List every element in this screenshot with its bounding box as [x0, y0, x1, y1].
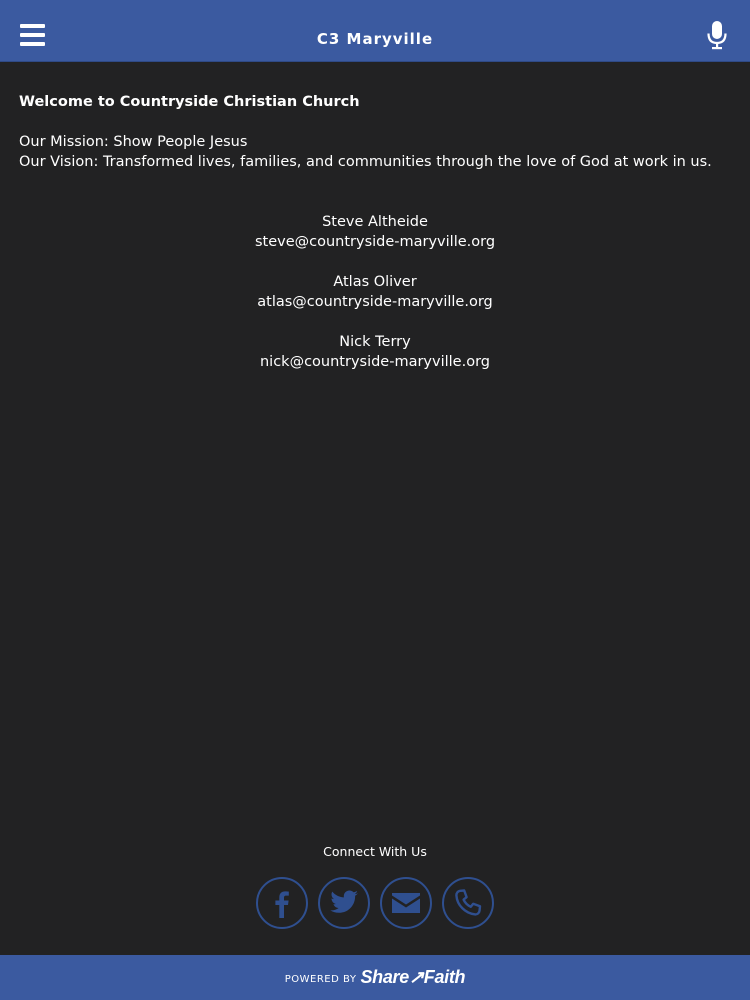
- sharefaith-logo[interactable]: Share↗Faith: [360, 967, 465, 988]
- powered-by-label: POWERED BY: [284, 973, 357, 985]
- phone-button[interactable]: [442, 877, 494, 929]
- twitter-icon: [330, 890, 358, 913]
- contact-card: Steve Altheide steve@countryside-maryvil…: [19, 212, 731, 252]
- email-icon: [392, 893, 420, 913]
- top-navigation-bar: C3 Maryville: [0, 0, 750, 62]
- app-screen: C3 Maryville Welcome to Countryside Chri…: [0, 0, 750, 1000]
- mission-statement: Our Mission: Show People Jesus: [19, 134, 248, 150]
- contact-card: Nick Terry nick@countryside-maryville.or…: [19, 332, 731, 372]
- twitter-button[interactable]: [318, 877, 370, 929]
- contact-card: Atlas Oliver atlas@countryside-maryville…: [19, 272, 731, 312]
- staff-contacts: Steve Altheide steve@countryside-maryvil…: [19, 212, 731, 372]
- main-content: Welcome to Countryside Christian Church …: [19, 92, 731, 392]
- contact-name: Atlas Oliver: [333, 274, 417, 290]
- contact-name: Steve Altheide: [322, 214, 428, 230]
- welcome-heading: Welcome to Countryside Christian Church: [19, 94, 360, 110]
- vision-statement: Our Vision: Transformed lives, families,…: [19, 154, 712, 170]
- app-title: C3 Maryville: [316, 30, 434, 48]
- social-links: [0, 877, 750, 929]
- email-button[interactable]: [380, 877, 432, 929]
- contact-email-link[interactable]: nick@countryside-maryville.org: [19, 352, 731, 372]
- powered-by-footer: POWERED BY Share↗Faith: [0, 955, 750, 1000]
- facebook-button[interactable]: [256, 877, 308, 929]
- connect-label: Connect With Us: [323, 844, 427, 859]
- phone-icon: [455, 889, 482, 916]
- microphone-icon[interactable]: [706, 20, 728, 50]
- contact-name: Nick Terry: [339, 334, 411, 350]
- contact-email-link[interactable]: atlas@countryside-maryville.org: [19, 292, 731, 312]
- contact-email-link[interactable]: steve@countryside-maryville.org: [19, 232, 731, 252]
- facebook-icon: [275, 891, 289, 918]
